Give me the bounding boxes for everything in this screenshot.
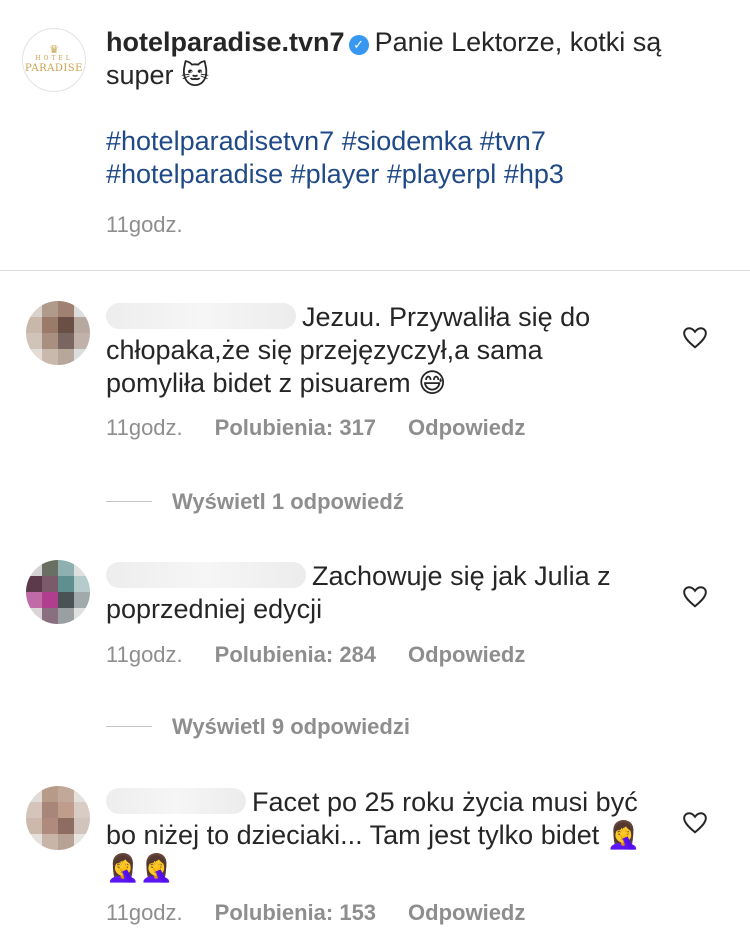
comment-text: Zachowuje się jak Julia z poprzedniej ed…: [106, 560, 646, 626]
hashtag[interactable]: #hp3: [504, 159, 564, 189]
blurred-username[interactable]: [106, 562, 306, 588]
comment-meta: 11godz. Polubienia: 317 Odpowiedz: [106, 415, 525, 441]
hashtag[interactable]: #playerpl: [387, 159, 497, 189]
heart-icon[interactable]: [682, 584, 708, 610]
crown-icon: ♛: [49, 44, 59, 56]
comment-meta: 11godz. Polubienia: 153 Odpowiedz: [106, 900, 525, 926]
view-replies-label: Wyświetl 1 odpowiedź: [172, 489, 404, 514]
post-timestamp: 11godz.: [106, 212, 183, 237]
hashtag[interactable]: #player: [291, 159, 380, 189]
comment-text-line1: Zachowuje się jak Julia z: [312, 561, 611, 591]
comment-text-line1: Jezuu. Przywaliła się do: [302, 302, 591, 332]
hashtag[interactable]: #tvn7: [480, 126, 546, 156]
post-caption: ♛ HOTEL PARADISE hotelparadise.tvn7 ✓ Pani…: [0, 0, 750, 270]
view-replies-button[interactable]: Wyświetl 9 odpowiedzi: [106, 714, 410, 740]
divider: [0, 270, 750, 271]
replies-line: [106, 501, 152, 502]
blurred-username[interactable]: [106, 303, 296, 329]
comment-timestamp: 11godz.: [106, 900, 183, 925]
comment-text: Facet po 25 roku życia musi być bo niżej…: [106, 786, 646, 885]
view-replies-label: Wyświetl 9 odpowiedzi: [172, 714, 410, 739]
likes-count[interactable]: Polubienia: 317: [215, 415, 376, 440]
commenter-avatar[interactable]: [26, 560, 90, 624]
comment-text: Jezuu. Przywaliła się do chłopaka,że się…: [106, 301, 646, 400]
likes-count[interactable]: Polubienia: 284: [215, 642, 376, 667]
caption-text-block: hotelparadise.tvn7 ✓ Panie Lektorze, kotki…: [106, 26, 726, 191]
comment-meta: 11godz. Polubienia: 284 Odpowiedz: [106, 642, 525, 668]
comment-text-rest: chłopaka,że się przejęzyczył,a sama pomy…: [106, 335, 543, 398]
logo-text-bottom: PARADISE: [25, 63, 83, 74]
comment-text-rest: poprzedniej edycji: [106, 594, 323, 624]
commenter-avatar[interactable]: [26, 786, 90, 850]
reply-button[interactable]: Odpowiedz: [408, 415, 525, 440]
comment-text-line1: Facet po 25 roku życia musi: [252, 787, 589, 817]
hashtags: #hotelparadisetvn7 #siodemka #tvn7 #hote…: [106, 125, 726, 191]
heart-icon[interactable]: [682, 325, 708, 351]
reply-button[interactable]: Odpowiedz: [408, 642, 525, 667]
heart-icon[interactable]: [682, 810, 708, 836]
hotel-paradise-avatar[interactable]: ♛ HOTEL PARADISE: [22, 28, 86, 92]
hashtag[interactable]: #siodemka: [342, 126, 473, 156]
post-username[interactable]: hotelparadise.tvn7: [106, 27, 345, 57]
reply-button[interactable]: Odpowiedz: [408, 900, 525, 925]
logo-text-top: HOTEL: [35, 55, 73, 62]
commenter-avatar[interactable]: [26, 301, 90, 365]
blurred-username[interactable]: [106, 788, 246, 814]
comment-timestamp: 11godz.: [106, 415, 183, 440]
view-replies-button[interactable]: Wyświetl 1 odpowiedź: [106, 489, 404, 515]
likes-count[interactable]: Polubienia: 153: [215, 900, 376, 925]
verified-badge-icon: ✓: [348, 35, 369, 55]
hashtag[interactable]: #hotelparadise: [106, 159, 283, 189]
replies-line: [106, 726, 152, 727]
hashtag[interactable]: #hotelparadisetvn7: [106, 126, 334, 156]
comment-timestamp: 11godz.: [106, 642, 183, 667]
